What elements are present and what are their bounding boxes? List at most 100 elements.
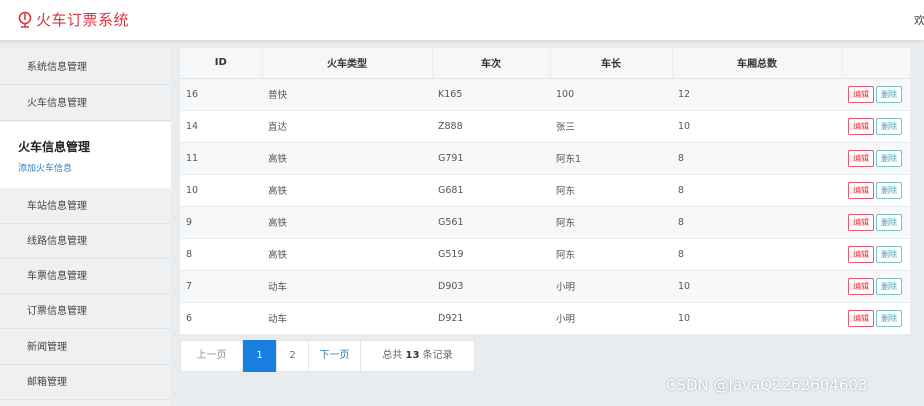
- table-row: 16 普快 K165 100 12 编辑 删除: [180, 78, 910, 111]
- delete-button[interactable]: 删除: [876, 309, 902, 327]
- csdn-watermark: CSDN @JavaQ2262604603: [666, 376, 868, 394]
- sidebar-item-order[interactable]: 订票信息管理: [0, 294, 171, 329]
- cell-type: 动车: [262, 302, 432, 335]
- table-row: 8 高铁 G519 阿东 8 编辑 删除: [180, 238, 910, 271]
- cell-number: G791: [432, 142, 550, 175]
- cell-number: K165: [432, 78, 550, 111]
- edit-button[interactable]: 编辑: [848, 149, 874, 167]
- table-header-row: ID 火车类型 车次 车长 车厢总数: [180, 48, 911, 79]
- sidebar-item-label: 车站信息管理: [27, 201, 87, 212]
- delete-button[interactable]: 删除: [876, 213, 902, 231]
- cell-actions: 编辑 删除: [842, 110, 910, 143]
- pagination: 上一页 1 2 下一页 总共 13 条记录: [180, 340, 475, 372]
- sidebar-item-ticket[interactable]: 车票信息管理: [0, 259, 171, 294]
- cell-number: G681: [432, 174, 550, 207]
- delete-button[interactable]: 删除: [876, 117, 902, 135]
- total-suffix: 条记录: [422, 350, 453, 361]
- delete-button[interactable]: 删除: [876, 85, 902, 103]
- top-header: 火车订票系统 欢: [0, 0, 924, 40]
- cell-carriages: 8: [672, 142, 842, 175]
- sidebar-item-label: 邮箱管理: [27, 377, 67, 388]
- cell-actions: 编辑 删除: [842, 270, 910, 303]
- train-table: ID 火车类型 车次 车长 车厢总数 16 普快 K165 100 12 编辑 删除 14 直达…: [180, 48, 911, 335]
- cell-leader: 阿东: [550, 238, 672, 271]
- edit-button[interactable]: 编辑: [848, 85, 874, 103]
- cell-leader: 阿东: [550, 206, 672, 239]
- table-row: 6 动车 D921 小明 10 编辑 删除: [180, 302, 910, 335]
- cell-id: 9: [180, 206, 262, 239]
- column-header-type: 火车类型: [262, 48, 433, 79]
- total-prefix: 总共: [382, 350, 403, 361]
- cell-carriages: 8: [672, 174, 842, 207]
- cell-id: 16: [180, 78, 262, 111]
- cell-actions: 编辑 删除: [842, 78, 910, 111]
- delete-button[interactable]: 删除: [876, 245, 902, 263]
- cell-carriages: 12: [672, 78, 842, 111]
- table-row: 11 高铁 G791 阿东1 8 编辑 删除: [180, 142, 910, 175]
- edit-button[interactable]: 编辑: [848, 245, 874, 263]
- cell-id: 11: [180, 142, 262, 175]
- cell-id: 8: [180, 238, 262, 271]
- page-2-button[interactable]: 2: [277, 341, 309, 371]
- sidebar-item-label: 系统信息管理: [27, 62, 87, 73]
- delete-button[interactable]: 删除: [876, 277, 902, 295]
- column-header-actions: [842, 48, 911, 79]
- total-count: 13: [405, 350, 420, 361]
- sidebar-item-station[interactable]: 车站信息管理: [0, 189, 171, 224]
- sidebar-item-label: 订票信息管理: [27, 306, 87, 317]
- cell-leader: 阿东: [550, 174, 672, 207]
- cell-leader: 小明: [550, 270, 672, 303]
- cell-carriages: 8: [672, 206, 842, 239]
- sidebar-item-route[interactable]: 线路信息管理: [0, 224, 171, 259]
- table-row: 7 动车 D903 小明 10 编辑 删除: [180, 270, 910, 303]
- sidebar-item-news[interactable]: 新闻管理: [0, 330, 171, 365]
- sidebar-item-label: 新闻管理: [27, 342, 67, 353]
- cell-number: G561: [432, 206, 550, 239]
- cell-type: 直达: [262, 110, 432, 143]
- sidebar-item-train[interactable]: 火车信息管理: [0, 86, 171, 121]
- page-1-button[interactable]: 1: [243, 340, 277, 372]
- cell-actions: 编辑 删除: [842, 174, 910, 207]
- table-row: 9 高铁 G561 阿东 8 编辑 删除: [180, 206, 910, 239]
- sidebar-item-label: 车票信息管理: [27, 271, 87, 282]
- sidebar-item-mailbox[interactable]: 邮箱管理: [0, 365, 171, 400]
- prev-page-button[interactable]: 上一页: [181, 341, 243, 371]
- cell-type: 高铁: [262, 206, 432, 239]
- cell-number: D903: [432, 270, 550, 303]
- cell-type: 动车: [262, 270, 432, 303]
- app-title: 火车订票系统: [36, 11, 130, 29]
- cell-actions: 编辑 删除: [842, 238, 910, 271]
- sidebar-active-title[interactable]: 火车信息管理: [18, 138, 90, 155]
- cell-carriages: 10: [672, 110, 842, 143]
- cell-leader: 100: [550, 78, 672, 111]
- delete-button[interactable]: 删除: [876, 181, 902, 199]
- sidebar-item-system[interactable]: 系统信息管理: [0, 50, 171, 85]
- cell-number: D921: [432, 302, 550, 335]
- edit-button[interactable]: 编辑: [848, 181, 874, 199]
- cell-carriages: 10: [672, 302, 842, 335]
- delete-button[interactable]: 删除: [876, 149, 902, 167]
- cell-actions: 编辑 删除: [842, 206, 910, 239]
- edit-button[interactable]: 编辑: [848, 117, 874, 135]
- cell-id: 6: [180, 302, 262, 335]
- app-brand[interactable]: 火车订票系统: [18, 9, 129, 30]
- train-table-panel: ID 火车类型 车次 车长 车厢总数 16 普快 K165 100 12 编辑 删除 14 直达…: [180, 48, 911, 335]
- cell-id: 14: [180, 110, 262, 143]
- cell-carriages: 10: [672, 270, 842, 303]
- cell-id: 7: [180, 270, 262, 303]
- sidebar-item-label: 火车信息管理: [27, 98, 87, 109]
- sidebar-link-add-train[interactable]: 添加火车信息: [18, 161, 72, 174]
- column-header-number: 车次: [432, 48, 551, 79]
- cell-type: 高铁: [262, 174, 432, 207]
- cell-type: 高铁: [262, 142, 432, 175]
- column-header-carriages: 车厢总数: [672, 48, 843, 79]
- edit-button[interactable]: 编辑: [848, 277, 874, 295]
- sidebar-item-label: 线路信息管理: [27, 236, 87, 247]
- edit-button[interactable]: 编辑: [848, 213, 874, 231]
- user-welcome-text[interactable]: 欢: [914, 12, 924, 28]
- table-row: 14 直达 Z888 张三 10 编辑 删除: [180, 110, 910, 143]
- next-page-button[interactable]: 下一页: [309, 341, 361, 371]
- edit-button[interactable]: 编辑: [848, 309, 874, 327]
- cell-type: 高铁: [262, 238, 432, 271]
- cell-leader: 小明: [550, 302, 672, 335]
